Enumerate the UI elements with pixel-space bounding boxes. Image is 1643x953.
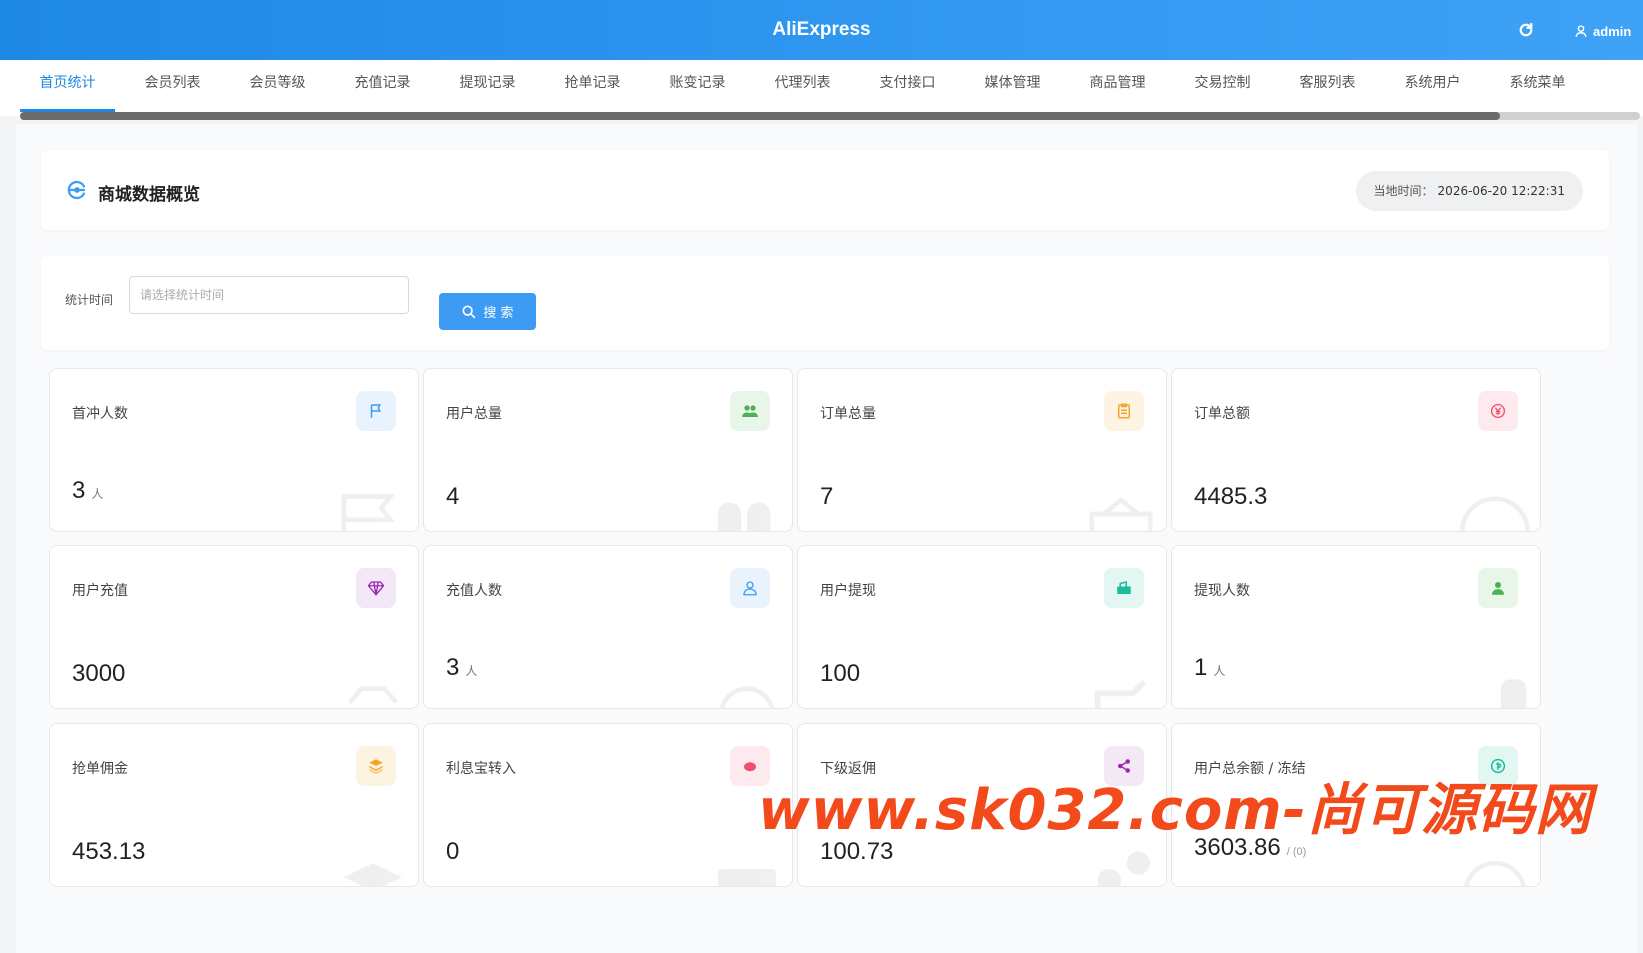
tab-trade-control[interactable]: 交易控制 <box>1175 60 1270 116</box>
coin-bg-icon <box>1464 860 1526 886</box>
stat-card-first-recharge: 首冲人数 3人 <box>49 368 419 532</box>
tab-media-management[interactable]: 媒体管理 <box>965 60 1060 116</box>
piggy-bg-icon <box>717 869 777 886</box>
stat-card-withdraw-users: 提现人数 1人 <box>1171 545 1541 709</box>
stat-card-value: 0 <box>446 838 460 865</box>
stat-card-value: 3人 <box>446 654 478 681</box>
wallet-bg-icon <box>1094 679 1147 708</box>
stat-card-label: 利息宝转入 <box>446 761 516 777</box>
watermark-text: www.sk032.com-尚可源码网 <box>758 778 1592 843</box>
stat-card-label: 充值人数 <box>446 583 502 599</box>
tab-payment-interface[interactable]: 支付接口 <box>860 60 955 116</box>
stat-card-value: 1人 <box>1194 654 1226 681</box>
user-icon <box>1478 568 1518 608</box>
layers-icon <box>356 746 396 786</box>
stat-card-label: 订单总量 <box>820 406 876 422</box>
user-outline-icon <box>730 568 770 608</box>
stat-card-value: 4485.3 <box>1194 483 1268 510</box>
tab-system-menu[interactable]: 系统菜单 <box>1490 60 1585 116</box>
yen-icon <box>1478 391 1518 431</box>
stat-card-value: 3人 <box>72 477 104 504</box>
tab-member-list[interactable]: 会员列表 <box>125 60 220 116</box>
stat-card-label: 首冲人数 <box>72 406 128 422</box>
tab-account-changes[interactable]: 账变记录 <box>650 60 745 116</box>
stat-card-value: 453.13 <box>72 838 146 865</box>
tab-service-list[interactable]: 客服列表 <box>1280 60 1375 116</box>
stat-card-label: 用户提现 <box>820 583 876 599</box>
app-title: AliExpress <box>772 19 871 40</box>
flag-bg-icon <box>341 494 396 531</box>
user-icon <box>1575 25 1587 38</box>
stat-card-label: 提现人数 <box>1194 583 1250 599</box>
share-bg-icon <box>1097 851 1151 886</box>
stat-card-value: 3000 <box>72 660 126 687</box>
stat-card-label: 抢单佣金 <box>72 761 128 777</box>
diamond-bg-icon <box>347 686 399 705</box>
filter-panel: 统计时间 搜 索 <box>41 256 1609 350</box>
stat-card-value: 100 <box>820 660 861 687</box>
stat-card-total-orders: 订单总量 7 <box>797 368 1167 532</box>
stat-card-user-recharge: 用户充值 3000 <box>49 545 419 709</box>
user-bg-icon <box>1500 679 1527 708</box>
stat-time-label: 统计时间 <box>65 293 114 307</box>
search-button[interactable]: 搜 索 <box>439 293 536 330</box>
nav-scrollbar-thumb[interactable] <box>20 112 1500 120</box>
stat-card-order-amount: 订单总额 4485.3 <box>1171 368 1541 532</box>
stat-card-grab-commission: 抢单佣金 453.13 <box>49 723 419 887</box>
stat-card-label: 用户总量 <box>446 406 502 422</box>
clipboard-icon <box>1104 391 1144 431</box>
stat-card-value: 7 <box>820 483 834 510</box>
users-bg-icon <box>717 502 771 531</box>
diamond-icon <box>356 568 396 608</box>
tab-grab-orders[interactable]: 抢单记录 <box>545 60 640 116</box>
tab-recharge-records[interactable]: 充值记录 <box>335 60 430 116</box>
local-time-badge: 当地时间： 2026-06-20 12:22:31 <box>1355 171 1583 211</box>
stat-card-user-withdraw: 用户提现 100 <box>797 545 1167 709</box>
search-icon <box>462 305 476 318</box>
tab-home-stats[interactable]: 首页统计 <box>20 60 115 116</box>
top-bar: AliExpress admin <box>0 0 1643 60</box>
flag-icon <box>356 391 396 431</box>
tab-system-users[interactable]: 系统用户 <box>1385 60 1480 116</box>
overview-panel: 商城数据概览 当地时间： 2026-06-20 12:22:31 <box>41 150 1609 230</box>
wallet-icon <box>1104 568 1144 608</box>
stat-card-label: 订单总额 <box>1194 406 1250 422</box>
tab-agent-list[interactable]: 代理列表 <box>755 60 850 116</box>
user-bg-icon <box>719 686 775 708</box>
local-time-value: 2026-06-20 12:22:31 <box>1437 184 1565 198</box>
tab-withdraw-records[interactable]: 提现记录 <box>440 60 535 116</box>
clipboard-bg-icon <box>1089 497 1153 531</box>
stat-card-label: 用户充值 <box>72 583 128 599</box>
yen-bg-icon <box>1460 496 1530 531</box>
dashboard-icon <box>67 180 86 200</box>
nav-tabs: 首页统计 会员列表 会员等级 充值记录 提现记录 抢单记录 账变记录 代理列表 … <box>0 60 1643 116</box>
stat-card-recharge-users: 充值人数 3人 <box>423 545 793 709</box>
user-menu[interactable]: admin <box>1574 21 1631 41</box>
stat-card-interest-transfer: 利息宝转入 0 <box>423 723 793 887</box>
search-button-label: 搜 索 <box>483 306 514 321</box>
layers-bg-icon <box>343 863 403 886</box>
tab-member-level[interactable]: 会员等级 <box>230 60 325 116</box>
stat-time-input[interactable] <box>129 276 409 314</box>
stat-card-value: 4 <box>446 483 460 510</box>
users-icon <box>730 391 770 431</box>
tab-product-management[interactable]: 商品管理 <box>1070 60 1165 116</box>
local-time-label: 当地时间： <box>1373 184 1434 198</box>
overview-title: 商城数据概览 <box>98 185 200 205</box>
stat-card-total-users: 用户总量 4 <box>423 368 793 532</box>
user-name: admin <box>1593 23 1632 39</box>
refresh-icon[interactable] <box>1517 21 1535 39</box>
